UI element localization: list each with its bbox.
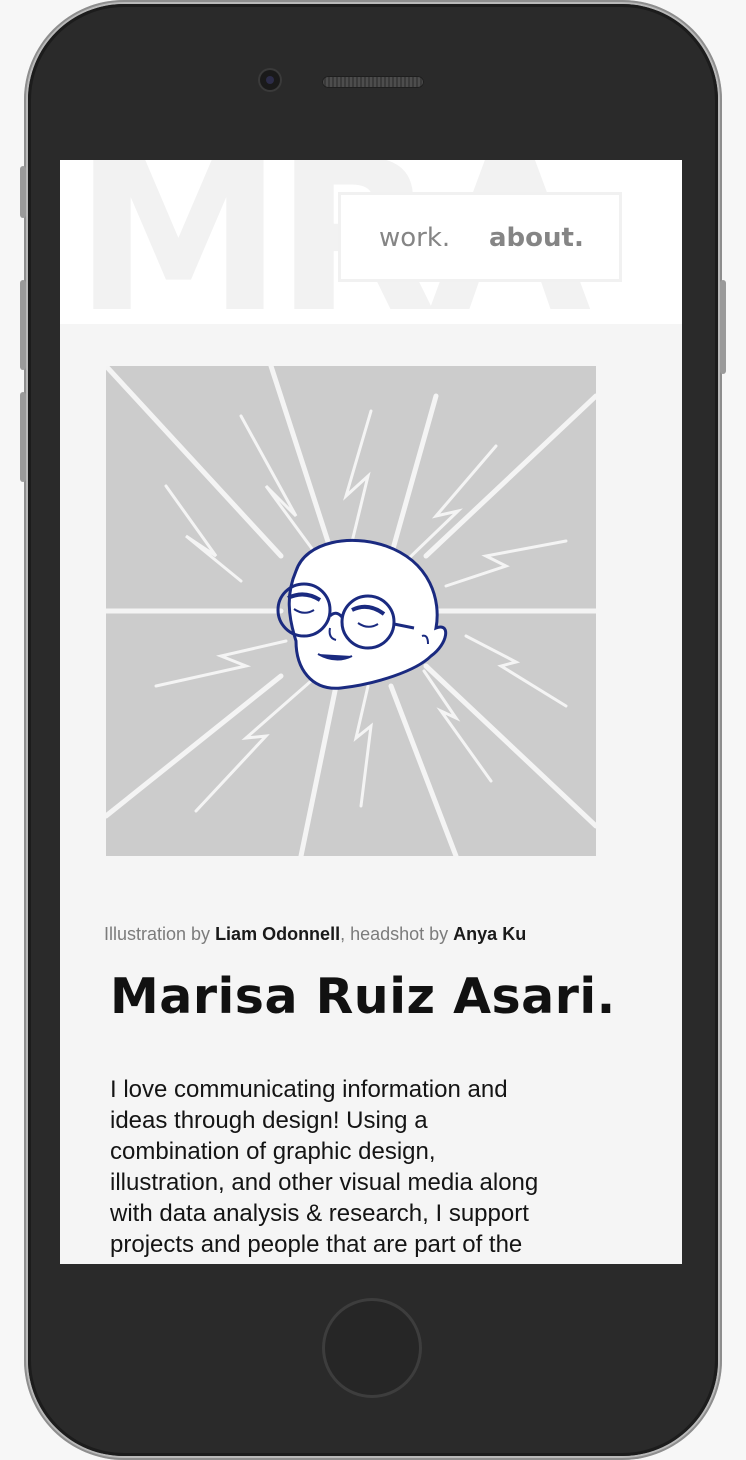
credit-headshot-prefix: , headshot by	[340, 924, 454, 944]
page-title: Marisa Ruiz Asari.	[110, 968, 616, 1025]
bio-line: projects and people that are part of the	[110, 1231, 523, 1258]
bio-line: combination of graphic design,	[110, 1138, 436, 1165]
nav-link-about[interactable]: about.	[489, 223, 584, 253]
volume-down-button	[20, 392, 26, 482]
credit-illustrator: Liam Odonnell	[215, 924, 341, 944]
bio-paragraph: I love communicating information and ide…	[110, 1074, 620, 1260]
mute-switch	[20, 166, 26, 218]
main-nav: work. about.	[338, 192, 622, 282]
front-camera-icon	[260, 70, 280, 90]
earpiece-speaker-icon	[322, 76, 424, 88]
credit-illustration-prefix: Illustration by	[104, 924, 216, 944]
bio-line: ideas through design! Using a	[110, 1107, 428, 1134]
photo-credit: Illustration by Liam Odonnell, headshot …	[104, 924, 526, 945]
nav-link-work[interactable]: work.	[379, 223, 450, 253]
site-header: MRA work. about.	[60, 160, 682, 324]
portrait-illustration	[106, 366, 596, 856]
power-button	[720, 280, 726, 374]
bio-line: I love communicating information and	[110, 1076, 508, 1103]
bio-line: illustration, and other visual media alo…	[110, 1169, 539, 1196]
volume-up-button	[20, 280, 26, 370]
phone-screen[interactable]: MRA work. about. Illustration by Liam Od…	[60, 160, 682, 1264]
credit-photographer: Anya Ku	[453, 924, 527, 944]
home-button-icon	[322, 1298, 422, 1398]
bio-line: with data analysis & research, I support	[110, 1200, 529, 1227]
